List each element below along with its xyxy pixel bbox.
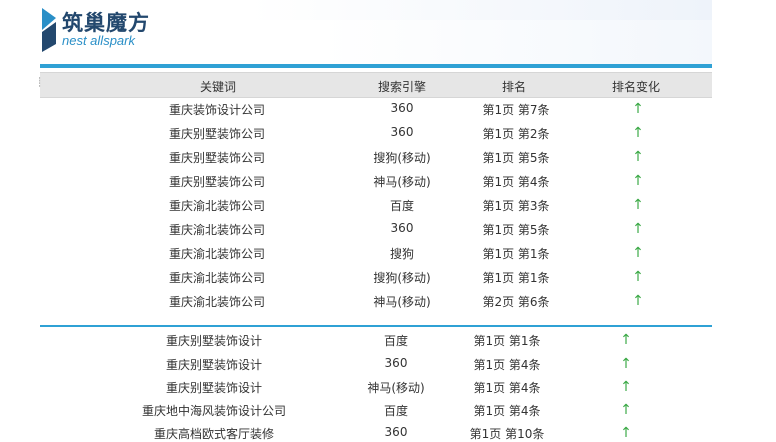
arrow-up-icon: ↑ [620, 425, 632, 441]
keyword-cell: 重庆渝北装饰公司 [168, 247, 265, 261]
arrow-up-icon: ↑ [620, 379, 632, 395]
site-header: 筑巢魔方 nest allspark [0, 0, 712, 66]
engine-cell: 搜狗(移动) [373, 151, 431, 165]
keyword-cell: 重庆别墅装饰公司 [168, 175, 265, 189]
keyword-cell: 重庆装饰设计公司 [168, 103, 265, 117]
rank-cell: 第1页 第1条 [482, 247, 550, 261]
table-row: 重庆别墅装饰公司 360 第1页 第2条 ↑ [40, 121, 712, 145]
table-row: 重庆别墅装饰设计 360 第1页 第4条 ↑ [40, 352, 712, 376]
keyword-cell: 重庆渝北装饰公司 [168, 199, 265, 213]
rank-cell: 第1页 第3条 [482, 199, 550, 213]
brand-name-en: nest allspark [62, 33, 135, 48]
table-row: 重庆渝北装饰公司 360 第1页 第5条 ↑ [40, 217, 712, 241]
table-row: 重庆装饰设计公司 360 第1页 第7条 ↑ [40, 97, 712, 121]
keyword-cell: 重庆渝北装饰公司 [168, 271, 265, 285]
rank-cell: 第1页 第7条 [482, 103, 550, 117]
keyword-cell: 重庆高档欧式客厅装修 [153, 427, 274, 441]
table-row: 重庆别墅装饰公司 搜狗(移动) 第1页 第5条 ↑ [40, 145, 712, 169]
engine-cell: 360 [384, 356, 408, 370]
table-row: 重庆别墅装饰设计 神马(移动) 第1页 第4条 ↑ [40, 375, 712, 399]
engine-cell: 360 [384, 425, 408, 439]
arrow-up-icon: ↑ [632, 245, 644, 261]
logo-mark-icon [42, 8, 56, 52]
keyword-cell: 重庆地中海风装饰设计公司 [141, 404, 286, 418]
table-row: 重庆别墅装饰公司 神马(移动) 第1页 第4条 ↑ [40, 169, 712, 193]
rank-cell: 第1页 第1条 [482, 271, 550, 285]
rank-cell: 第1页 第4条 [473, 358, 541, 372]
header-divider [40, 64, 712, 68]
header-keyword: 关键词 [199, 80, 236, 94]
table-row: 重庆高档欧式客厅装修 360 第1页 第10条 ↑ [40, 421, 712, 442]
engine-cell: 搜狗 [389, 247, 414, 261]
table-row: 重庆渝北装饰公司 百度 第1页 第3条 ↑ [40, 193, 712, 217]
engine-cell: 百度 [389, 199, 414, 213]
keyword-cell: 重庆别墅装饰设计 [165, 358, 262, 372]
engine-cell: 搜狗(移动) [373, 271, 431, 285]
keyword-cell: 重庆别墅装饰设计 [165, 381, 262, 395]
table-row: 重庆地中海风装饰设计公司 百度 第1页 第4条 ↑ [40, 398, 712, 422]
brand-logo[interactable]: 筑巢魔方 nest allspark [40, 8, 180, 52]
keyword-cell: 重庆渝北装饰公司 [168, 223, 265, 237]
arrow-up-icon: ↑ [632, 293, 644, 309]
table-row: 重庆别墅装饰设计 百度 第1页 第1条 ↑ [40, 328, 712, 352]
header-engine: 搜索引擎 [377, 80, 426, 94]
arrow-up-icon: ↑ [620, 402, 632, 418]
arrow-up-icon: ↑ [632, 221, 644, 237]
column-resize-icon: ┊ [37, 78, 43, 88]
arrow-up-icon: ↑ [632, 173, 644, 189]
rank-cell: 第1页 第1条 [473, 334, 541, 348]
engine-cell: 百度 [383, 404, 408, 418]
engine-cell: 360 [390, 221, 414, 235]
keyword-cell: 重庆别墅装饰公司 [168, 127, 265, 141]
rank-cell: 第2页 第6条 [482, 295, 550, 309]
header-rank: 排名 [501, 80, 526, 94]
rank-cell: 第1页 第5条 [482, 223, 550, 237]
rank-cell: 第1页 第10条 [469, 427, 545, 441]
header-change: 排名变化 [611, 80, 660, 94]
table-row: 重庆渝北装饰公司 搜狗 第1页 第1条 ↑ [40, 241, 712, 265]
rank-cell: 第1页 第4条 [473, 381, 541, 395]
rank-cell: 第1页 第4条 [482, 175, 550, 189]
engine-cell: 360 [390, 125, 414, 139]
table-row: 重庆渝北装饰公司 搜狗(移动) 第1页 第1条 ↑ [40, 265, 712, 289]
table-header: ┊ 关键词 搜索引擎 排名 排名变化 [37, 72, 712, 98]
engine-cell: 神马(移动) [373, 175, 431, 189]
arrow-up-icon: ↑ [632, 149, 644, 165]
arrow-up-icon: ↑ [632, 269, 644, 285]
arrow-up-icon: ↑ [632, 125, 644, 141]
arrow-up-icon: ↑ [620, 356, 632, 372]
engine-cell: 神马(移动) [367, 381, 425, 395]
rank-cell: 第1页 第5条 [482, 151, 550, 165]
keyword-cell: 重庆别墅装饰公司 [168, 151, 265, 165]
engine-cell: 360 [390, 101, 414, 115]
arrow-up-icon: ↑ [620, 332, 632, 348]
keyword-cell: 重庆渝北装饰公司 [168, 295, 265, 309]
keyword-cell: 重庆别墅装饰设计 [165, 334, 262, 348]
section-divider [40, 325, 712, 327]
arrow-up-icon: ↑ [632, 101, 644, 117]
rank-cell: 第1页 第2条 [482, 127, 550, 141]
rank-cell: 第1页 第4条 [473, 404, 541, 418]
table-row: 重庆渝北装饰公司 神马(移动) 第2页 第6条 ↑ [40, 289, 712, 313]
engine-cell: 神马(移动) [373, 295, 431, 309]
arrow-up-icon: ↑ [632, 197, 644, 213]
engine-cell: 百度 [383, 334, 408, 348]
